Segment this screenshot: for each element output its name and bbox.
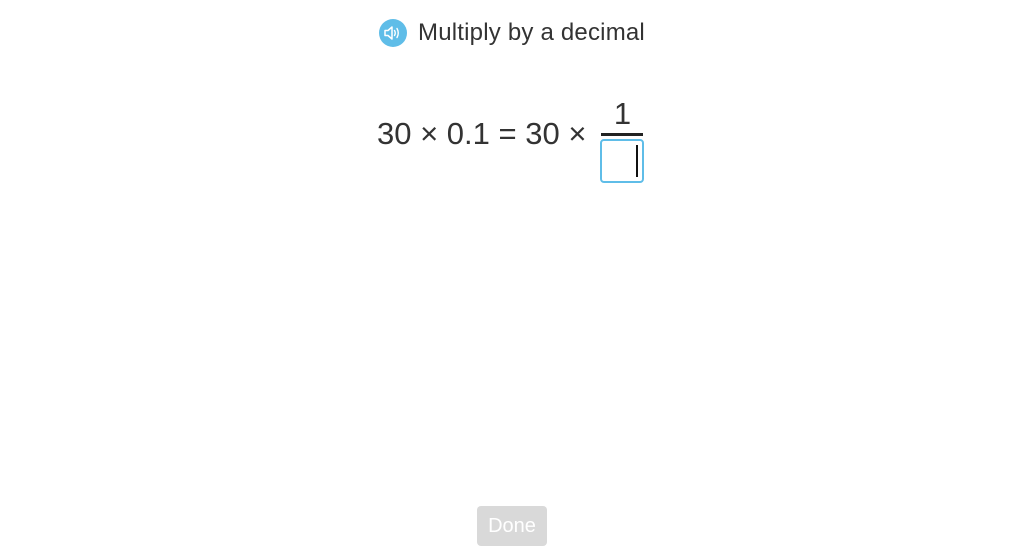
page-title: Multiply by a decimal [418,19,645,46]
read-aloud-button[interactable] [379,19,408,47]
page: Multiply by a decimal 30 × 0.1 = 30 × 1 … [0,0,1024,560]
done-button[interactable]: Done [477,506,547,546]
equation-expression: 30 × 0.1 = 30 × [377,116,587,151]
equation: 30 × 0.1 = 30 × 1 [377,94,646,186]
fraction-bar [601,133,644,136]
denominator-input[interactable] [600,139,645,183]
fraction-numerator: 1 [613,96,632,131]
speaker-icon [384,26,399,40]
fraction: 1 [598,97,646,183]
question-header: Multiply by a decimal [0,19,1024,47]
text-caret [636,145,639,177]
